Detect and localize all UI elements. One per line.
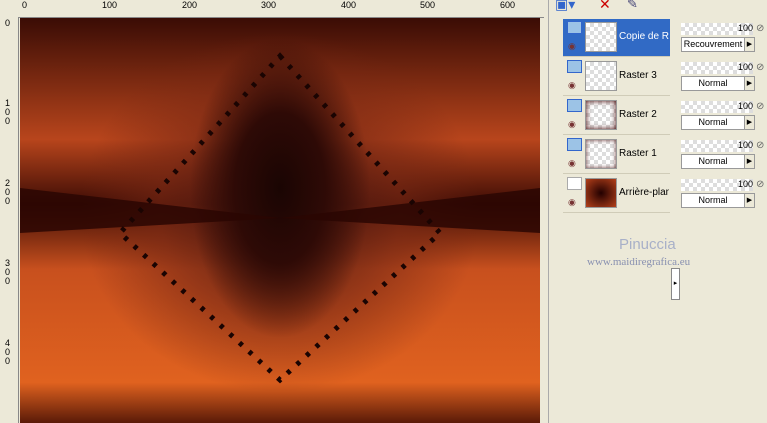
layer-thumbnail <box>585 61 617 91</box>
eye-icon[interactable]: ◉ <box>568 41 576 52</box>
ruler-label: 600 <box>500 0 516 10</box>
new-layer-icon[interactable]: ▣▾ <box>555 0 575 13</box>
lock-icon[interactable]: ⊘ <box>756 101 764 112</box>
ruler-label: 200 <box>182 0 198 10</box>
lock-icon[interactable]: ⊘ <box>756 62 764 73</box>
blend-mode-select[interactable]: Normal <box>681 76 745 91</box>
layer-group-icon[interactable] <box>567 21 582 34</box>
ruler-label: 1 0 0 <box>5 98 11 126</box>
layer-name: Raster 3 <box>619 70 657 81</box>
lock-icon[interactable]: ⊘ <box>756 23 764 34</box>
ruler-label: 100 <box>102 0 118 10</box>
layer-properties: 100 Normal ▶ ⊘ <box>681 177 764 213</box>
opacity-slider[interactable]: 100 <box>681 23 753 35</box>
layer-name: Copie de Raster 3 <box>619 31 669 42</box>
vertical-ruler: 0 1 0 0 2 0 0 3 0 0 4 0 0 <box>0 17 19 423</box>
layer-item[interactable]: ◉ Raster 1 <box>563 136 670 174</box>
blend-mode-select[interactable]: Normal <box>681 115 745 130</box>
opacity-slider[interactable]: 100 <box>681 62 753 74</box>
layer-properties: 100 Normal ▶ ⊘ <box>681 138 764 174</box>
layer-thumbnail <box>585 139 617 169</box>
layer-group-icon[interactable] <box>567 99 582 112</box>
layer-name: Raster 2 <box>619 109 657 120</box>
layer-item[interactable]: ◉ Raster 2 <box>563 97 670 135</box>
layer-item[interactable]: ◉ Copie de Raster 3 <box>563 19 670 57</box>
eye-icon[interactable]: ◉ <box>568 119 576 130</box>
eye-icon[interactable]: ◉ <box>568 197 576 208</box>
blend-arrow-icon[interactable]: ▶ <box>744 115 755 130</box>
eye-icon[interactable]: ◉ <box>568 80 576 91</box>
ruler-label: 0 <box>22 0 28 10</box>
ruler-label: 500 <box>420 0 436 10</box>
layer-group-icon[interactable] <box>567 60 582 73</box>
eye-icon[interactable]: ◉ <box>568 158 576 169</box>
delete-layer-icon[interactable]: ✕ <box>599 0 611 13</box>
horizontal-ruler: 0 100 200 300 400 500 600 <box>18 0 544 18</box>
watermark-title: Pinuccia <box>619 236 676 253</box>
layer-name: Arrière-plan <box>619 187 669 198</box>
ruler-label: 300 <box>261 0 277 10</box>
layer-item[interactable]: ◉ Raster 3 <box>563 58 670 96</box>
blend-mode-select[interactable]: Recouvrement <box>681 37 745 52</box>
ruler-label: 4 0 0 <box>5 338 11 366</box>
layer-properties: 100 Recouvrement ▶ ⊘ <box>681 21 764 57</box>
layer-thumbnail <box>585 100 617 130</box>
collapse-toggle[interactable]: ▸ <box>671 268 680 300</box>
ruler-label: 3 0 0 <box>5 258 11 286</box>
blend-arrow-icon[interactable]: ▶ <box>744 193 755 208</box>
blend-arrow-icon[interactable]: ▶ <box>744 37 755 52</box>
edit-mask-icon[interactable]: ✎ <box>627 0 638 12</box>
image-canvas[interactable] <box>20 18 540 423</box>
layer-name: Raster 1 <box>619 148 657 159</box>
lock-icon[interactable]: ⊘ <box>756 179 764 190</box>
layer-raster-icon <box>567 177 582 190</box>
layer-thumbnail <box>585 178 617 208</box>
blend-arrow-icon[interactable]: ▶ <box>744 154 755 169</box>
ruler-label: 400 <box>341 0 357 10</box>
ruler-label: 0 <box>5 18 11 28</box>
opacity-slider[interactable]: 100 <box>681 101 753 113</box>
layer-properties: 100 Normal ▶ ⊘ <box>681 99 764 135</box>
layer-item[interactable]: ◉ Arrière-plan <box>563 175 670 213</box>
lock-icon[interactable]: ⊘ <box>756 140 764 151</box>
watermark-url: www.maidiregrafica.eu <box>587 256 691 268</box>
layer-properties: 100 Normal ▶ ⊘ <box>681 60 764 96</box>
canvas-artwork <box>20 52 540 384</box>
ruler-label: 2 0 0 <box>5 178 11 206</box>
layer-thumbnail <box>585 22 617 52</box>
layer-group-icon[interactable] <box>567 138 582 151</box>
blend-mode-select[interactable]: Normal <box>681 154 745 169</box>
opacity-slider[interactable]: 100 <box>681 140 753 152</box>
blend-arrow-icon[interactable]: ▶ <box>744 76 755 91</box>
opacity-slider[interactable]: 100 <box>681 179 753 191</box>
blend-mode-select[interactable]: Normal <box>681 193 745 208</box>
